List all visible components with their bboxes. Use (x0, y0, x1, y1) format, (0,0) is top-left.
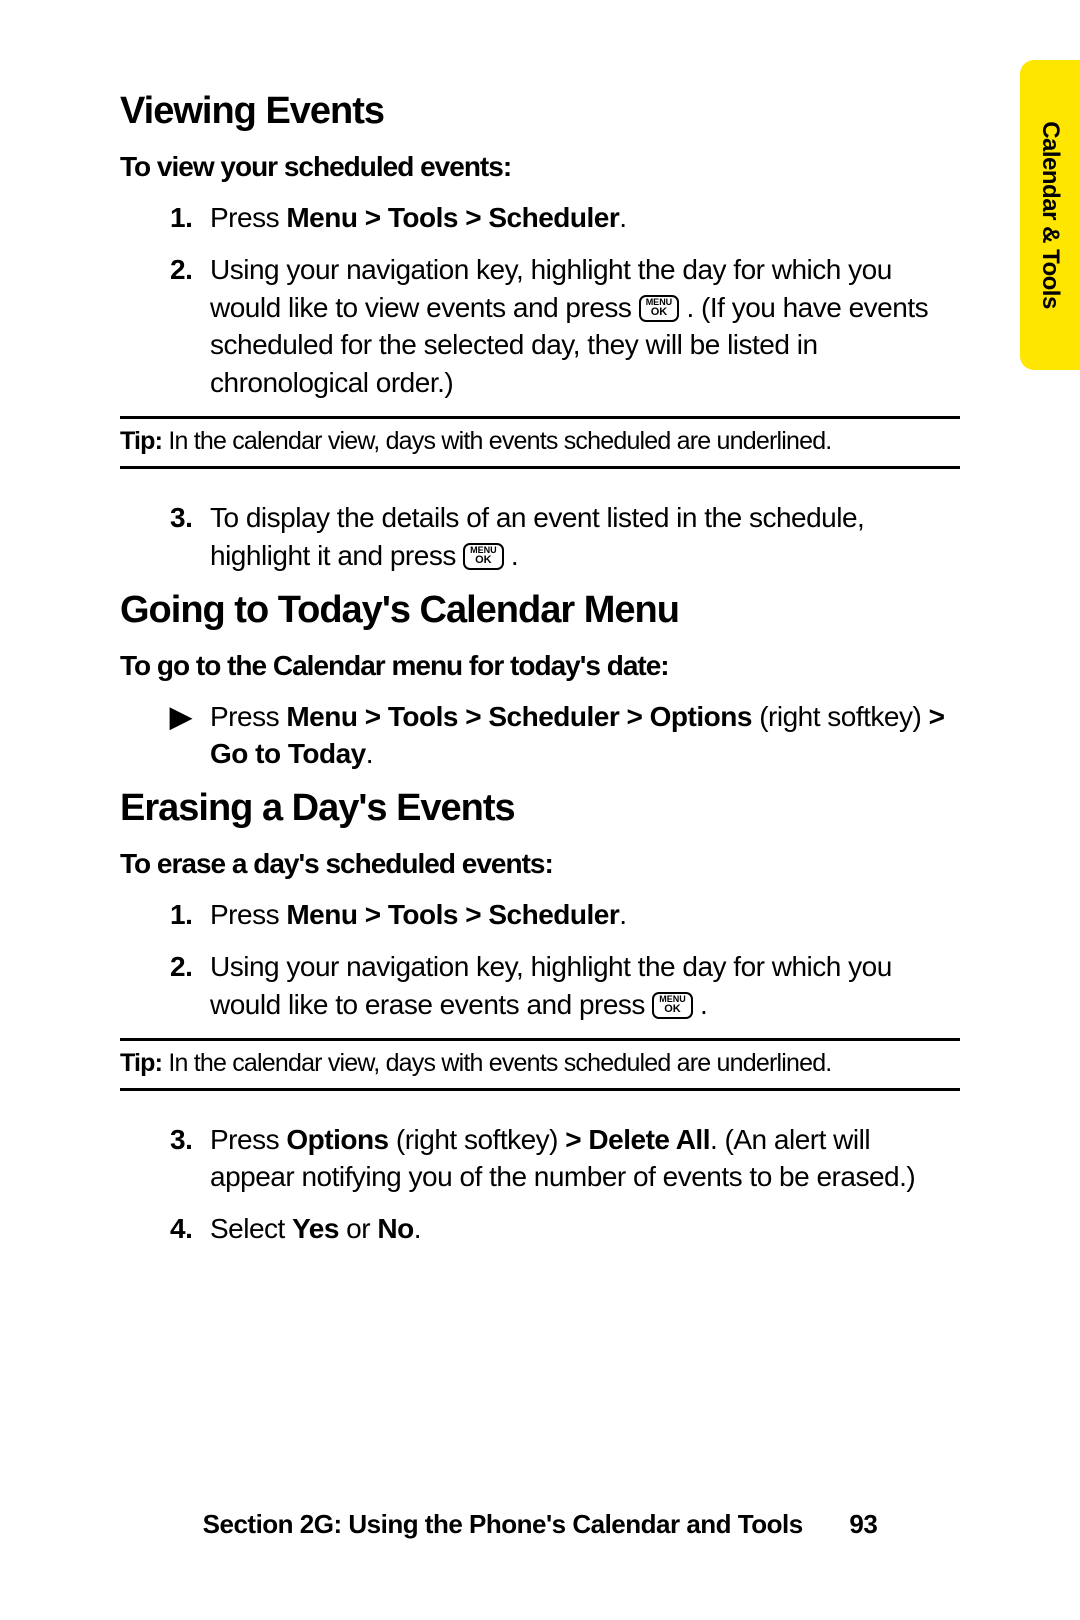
steps-viewing-b: 3.To display the details of an event lis… (120, 499, 960, 575)
intro-viewing: To view your scheduled events: (120, 151, 960, 183)
menu-path: Menu > Tools > Scheduler (286, 899, 619, 930)
menu-ok-key-icon: MENUOK (639, 295, 680, 322)
page-number: 93 (849, 1509, 877, 1540)
step-item: 1.Press Menu > Tools > Scheduler. (120, 199, 960, 237)
step-text: Press (210, 1124, 286, 1155)
intro-today: To go to the Calendar menu for today's d… (120, 650, 960, 682)
steps-erasing-b: 3.Press Options (right softkey) > Delete… (120, 1121, 960, 1248)
step-number: 2. (170, 251, 210, 289)
step-number: 3. (170, 499, 210, 537)
page-footer: Section 2G: Using the Phone's Calendar a… (0, 1509, 1080, 1540)
step-text: To display the details of an event liste… (210, 502, 864, 571)
step-text: . (366, 738, 373, 769)
tip-text: In the calendar view, days with events s… (168, 1049, 831, 1077)
step-text: (right softkey) (752, 701, 929, 732)
step-item: ▶Press Menu > Tools > Scheduler > Option… (120, 698, 960, 774)
arrow-icon: ▶ (170, 698, 210, 736)
step-text: or (339, 1213, 377, 1244)
tip-box: Tip: In the calendar view, days with eve… (120, 416, 960, 469)
step-number: 1. (170, 199, 210, 237)
step-number: 2. (170, 948, 210, 986)
step-item: 2.Using your navigation key, highlight t… (120, 948, 960, 1024)
section-tab: Calendar & Tools (1020, 60, 1080, 370)
heading-erasing: Erasing a Day's Events (120, 787, 960, 830)
step-text: . (504, 540, 519, 571)
menu-path: Menu > Tools > Scheduler (286, 202, 619, 233)
heading-today-menu: Going to Today's Calendar Menu (120, 589, 960, 632)
step-text: Press (210, 899, 286, 930)
step-text: Using your navigation key, highlight the… (210, 951, 892, 1020)
step-item: 3.To display the details of an event lis… (120, 499, 960, 575)
footer-section-title: Section 2G: Using the Phone's Calendar a… (203, 1509, 803, 1539)
menu-path: Options (286, 1124, 388, 1155)
option-no: No (377, 1213, 413, 1244)
option-yes: Yes (292, 1213, 339, 1244)
section-tab-label: Calendar & Tools (1036, 121, 1064, 309)
step-text: (right softkey) (389, 1124, 566, 1155)
step-number: 3. (170, 1121, 210, 1159)
tip-box: Tip: In the calendar view, days with eve… (120, 1038, 960, 1091)
steps-erasing-a: 1.Press Menu > Tools > Scheduler. 2.Usin… (120, 896, 960, 1023)
step-text: . (414, 1213, 421, 1244)
step-item: 3.Press Options (right softkey) > Delete… (120, 1121, 960, 1197)
steps-today: ▶Press Menu > Tools > Scheduler > Option… (120, 698, 960, 774)
step-text: . (619, 202, 626, 233)
menu-path: Menu > Tools > Scheduler > Options (286, 701, 752, 732)
intro-erasing: To erase a day's scheduled events: (120, 848, 960, 880)
step-text: . (619, 899, 626, 930)
tip-text: In the calendar view, days with events s… (168, 427, 831, 455)
menu-ok-key-icon: MENUOK (652, 992, 693, 1019)
menu-path: > Delete All (565, 1124, 710, 1155)
step-item: 2.Using your navigation key, highlight t… (120, 251, 960, 402)
step-number: 1. (170, 896, 210, 934)
step-number: 4. (170, 1210, 210, 1248)
menu-ok-key-icon: MENUOK (463, 543, 504, 570)
heading-viewing-events: Viewing Events (120, 90, 960, 133)
step-item: 1.Press Menu > Tools > Scheduler. (120, 896, 960, 934)
manual-page: Calendar & Tools Viewing Events To view … (0, 0, 1080, 1620)
step-text: . (693, 989, 708, 1020)
tip-label: Tip: (120, 427, 168, 455)
step-text: Press (210, 202, 286, 233)
steps-viewing-a: 1.Press Menu > Tools > Scheduler. 2.Usin… (120, 199, 960, 402)
step-text: Press (210, 701, 286, 732)
tip-label: Tip: (120, 1049, 168, 1077)
step-item: 4.Select Yes or No. (120, 1210, 960, 1248)
step-text: Select (210, 1213, 292, 1244)
